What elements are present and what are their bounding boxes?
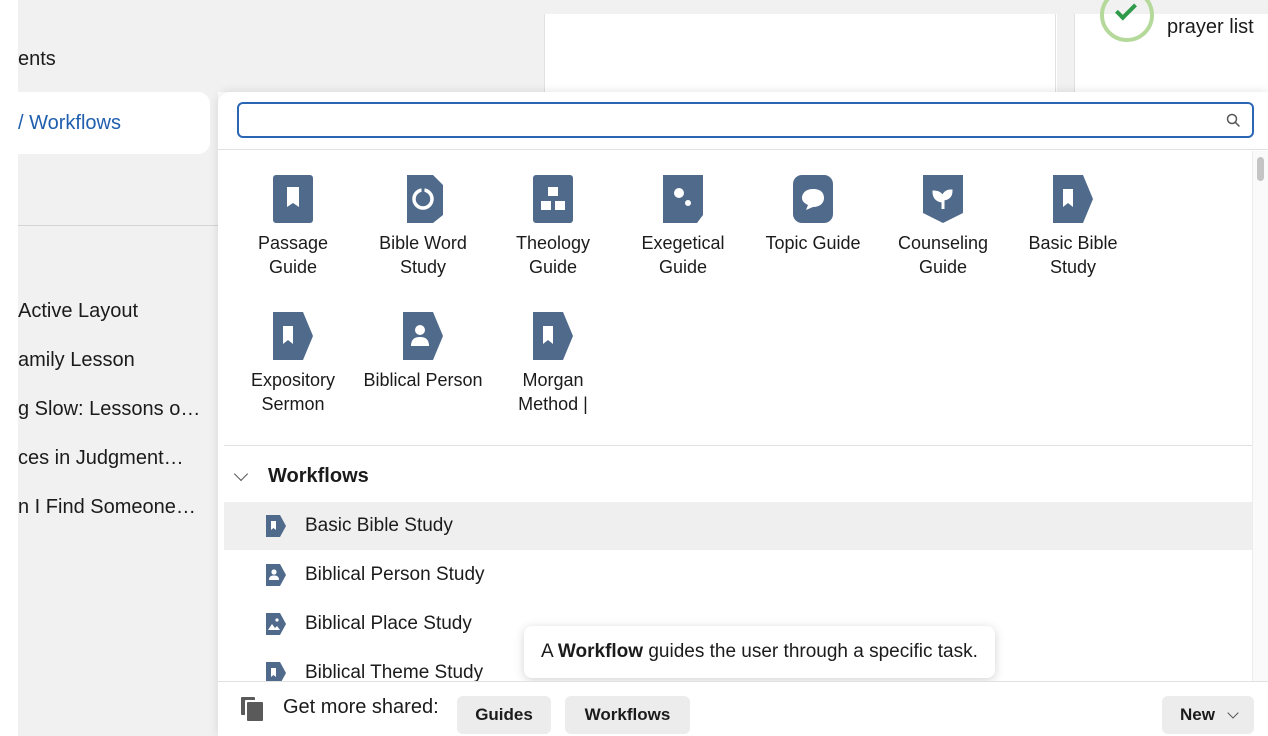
guides-list: Passage Guide Bible Word Study Theology … xyxy=(224,151,1252,681)
bookmark-tag-icon xyxy=(533,312,573,360)
get-more-shared-label: Get more shared: xyxy=(283,696,439,718)
workflows-section-header[interactable]: Workflows xyxy=(233,461,369,491)
guide-label: Morgan Method | xyxy=(518,370,588,414)
section-divider xyxy=(224,445,1252,446)
guide-topic-guide[interactable]: Topic Guide xyxy=(753,173,873,255)
guide-counseling-guide[interactable]: Counseling Guide xyxy=(883,173,1003,279)
guide-label: Basic Bible Study xyxy=(1028,233,1118,277)
guide-label: Topic Guide xyxy=(765,233,861,253)
workflow-item-basic-bible-study[interactable]: Basic Bible Study xyxy=(224,502,1252,550)
sidebar-item[interactable]: Active Layout xyxy=(18,300,213,323)
new-button-label: New xyxy=(1180,705,1215,724)
tooltip-prefix: A xyxy=(541,641,553,662)
search-icon[interactable] xyxy=(1226,113,1240,127)
sprout-icon xyxy=(923,175,963,223)
search-input[interactable] xyxy=(237,102,1254,138)
person-tag-icon xyxy=(266,564,286,586)
guide-label: Biblical Person xyxy=(363,370,483,390)
theology-icon xyxy=(533,175,573,223)
background-column xyxy=(218,0,544,92)
guides-workflows-popover: Passage Guide Bible Word Study Theology … xyxy=(218,92,1268,736)
workflow-label: Biblical Theme Study xyxy=(305,662,484,681)
sidebar-item-workflows[interactable]: / Workflows xyxy=(18,92,210,154)
bookmark-icon xyxy=(273,175,313,223)
tooltip-suffix: guides the user through a specific task. xyxy=(648,641,978,662)
exegetical-icon xyxy=(663,175,703,223)
sidebar-item[interactable]: ces in Judgment… xyxy=(18,447,213,470)
guide-basic-bible-study[interactable]: Basic Bible Study xyxy=(1013,173,1133,279)
guide-label: Exegetical Guide xyxy=(641,233,725,277)
background-gap xyxy=(1057,0,1074,92)
background-panel xyxy=(544,14,1056,92)
guide-exegetical-guide[interactable]: Exegetical Guide xyxy=(623,173,743,279)
guide-expository-sermon[interactable]: Expository Sermon xyxy=(233,310,353,416)
workflow-label: Basic Bible Study xyxy=(305,515,453,536)
bookmark-tag-icon xyxy=(266,515,286,537)
guide-label: Counseling Guide xyxy=(897,233,989,277)
guide-theology-guide[interactable]: Theology Guide xyxy=(493,173,613,279)
chevron-down-icon[interactable] xyxy=(233,466,249,482)
shared-workflows-button[interactable]: Workflows xyxy=(565,696,690,734)
scrollbar[interactable] xyxy=(1252,151,1268,681)
guide-label: Expository Sermon xyxy=(250,370,336,414)
sidebar-item[interactable]: g Slow: Lessons o… xyxy=(18,398,213,421)
bible-word-icon xyxy=(407,175,443,223)
stacked-pages-icon xyxy=(241,697,263,721)
guide-bible-word-study[interactable]: Bible Word Study xyxy=(363,173,483,279)
sidebar-item[interactable]: amily Lesson xyxy=(18,349,213,372)
guide-morgan-method[interactable]: Morgan Method | xyxy=(493,310,613,416)
window-edge xyxy=(0,0,18,736)
bookmark-tag-icon xyxy=(266,662,286,681)
workflows-title: Workflows xyxy=(268,464,369,487)
new-button[interactable]: New xyxy=(1162,696,1254,734)
tooltip-bold: Workflow xyxy=(557,641,644,662)
map-tag-icon xyxy=(266,613,286,635)
popover-footer: Get more shared: Guides Workflows New xyxy=(218,681,1268,736)
person-tag-icon xyxy=(403,312,443,360)
search-area xyxy=(218,92,1268,150)
guide-label: Bible Word Study xyxy=(379,233,467,277)
workflow-label: Biblical Person Study xyxy=(305,564,485,585)
guide-passage-guide[interactable]: Passage Guide xyxy=(233,173,353,279)
sidebar-item[interactable]: ents xyxy=(18,48,213,71)
chevron-down-icon xyxy=(1227,707,1239,719)
sidebar-divider xyxy=(18,225,218,226)
prayer-list-label[interactable]: prayer list xyxy=(1167,16,1254,39)
workflow-label: Biblical Place Study xyxy=(305,613,472,634)
shared-guides-button[interactable]: Guides xyxy=(457,696,551,734)
guide-label: Theology Guide xyxy=(515,233,591,277)
bookmark-tag-icon xyxy=(1053,175,1093,223)
workflow-tooltip: A Workflow guides the user through a spe… xyxy=(524,626,995,678)
sidebar-item[interactable]: n I Find Someone… xyxy=(18,496,213,519)
speech-bubble-icon xyxy=(793,175,833,223)
scrollbar-thumb[interactable] xyxy=(1257,157,1264,181)
bookmark-tag-icon xyxy=(273,312,313,360)
guide-label: Passage Guide xyxy=(257,233,329,277)
guide-biblical-person[interactable]: Biblical Person xyxy=(363,310,483,392)
workflow-item-biblical-person-study[interactable]: Biblical Person Study xyxy=(224,551,1252,599)
